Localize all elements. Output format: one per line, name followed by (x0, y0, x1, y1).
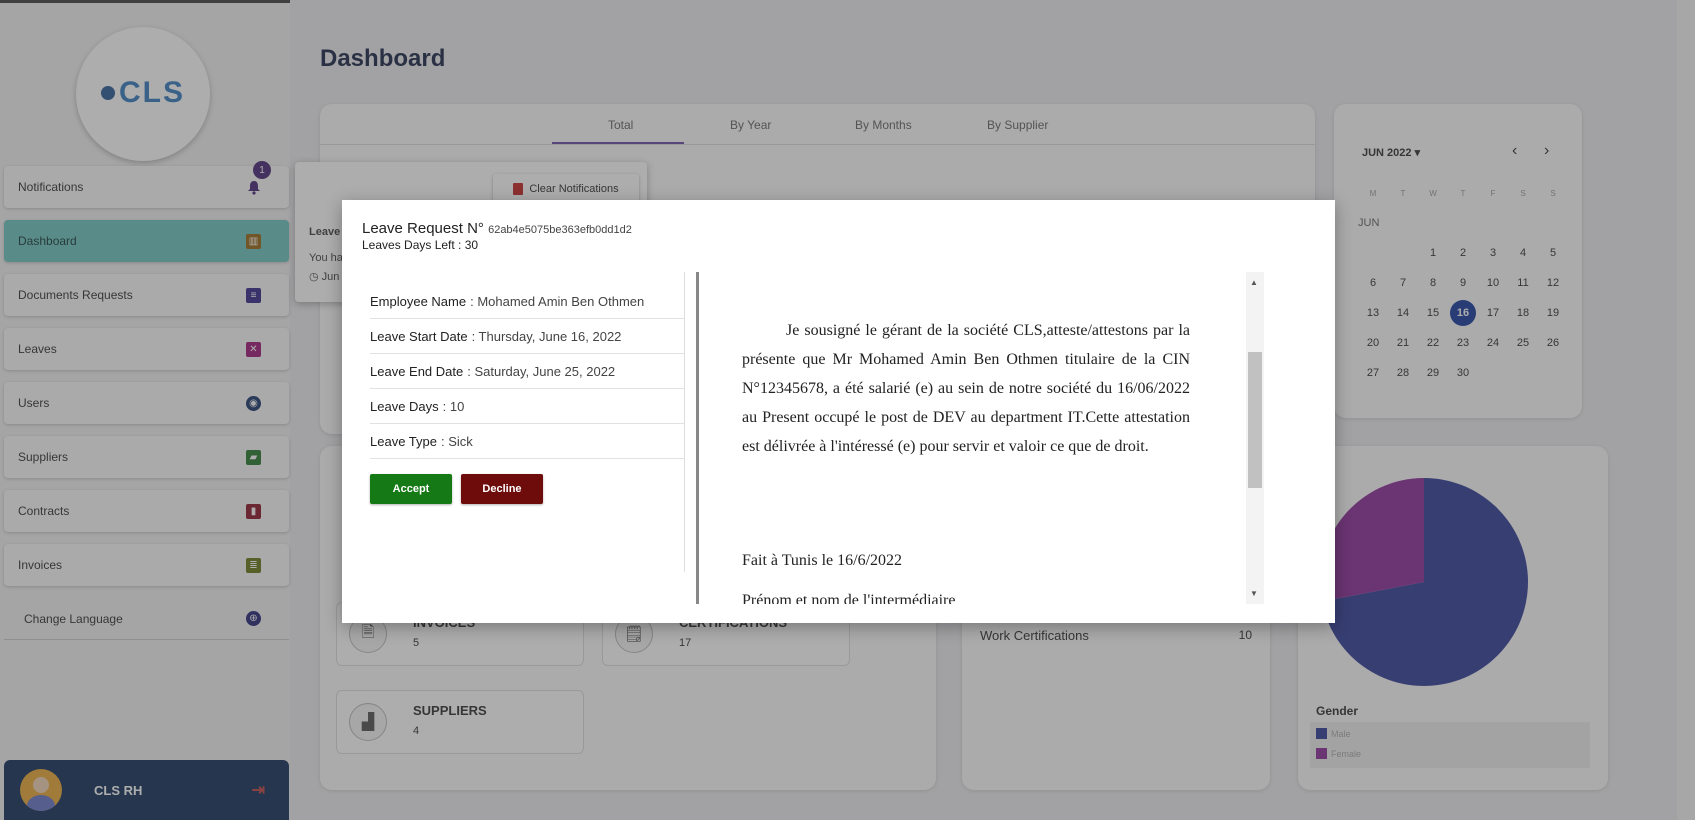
document-signature-place: Fait à Tunis le 16/6/2022 (742, 552, 903, 569)
leave-info-list: Employee Name: Mohamed Amin Ben Othmen L… (370, 284, 684, 459)
document-signature-name: Prénom et nom de l'intermédiaire (742, 592, 956, 604)
modal-title: Leave Request N° 62ab4e5075be363efb0dd1d… (362, 220, 632, 237)
document-scrollbar[interactable]: ▲ ▼ (1246, 272, 1264, 604)
leave-days-left: Leaves Days Left : 30 (362, 238, 479, 252)
document-paragraph: Je sousigné le gérant de la société CLS,… (742, 322, 1190, 455)
info-leave-type: Leave Type: Sick (370, 424, 684, 459)
info-leave-days: Leave Days: 10 (370, 389, 684, 424)
document-divider (696, 272, 699, 604)
accept-button[interactable]: Accept (370, 474, 452, 504)
scrollbar-thumb[interactable] (1248, 352, 1262, 488)
scroll-up-icon[interactable]: ▲ (1250, 278, 1258, 287)
request-id: 62ab4e5075be363efb0dd1d2 (488, 224, 632, 236)
scroll-down-icon[interactable]: ▼ (1250, 589, 1258, 598)
decline-button[interactable]: Decline (461, 474, 543, 504)
leave-request-modal: Leave Request N° 62ab4e5075be363efb0dd1d… (342, 200, 1335, 623)
info-divider (684, 272, 685, 572)
document-preview[interactable]: Je sousigné le gérant de la société CLS,… (742, 272, 1606, 604)
info-end-date: Leave End Date: Saturday, June 25, 2022 (370, 354, 684, 389)
info-employee-name: Employee Name: Mohamed Amin Ben Othmen (370, 284, 684, 319)
info-start-date: Leave Start Date: Thursday, June 16, 202… (370, 319, 684, 354)
